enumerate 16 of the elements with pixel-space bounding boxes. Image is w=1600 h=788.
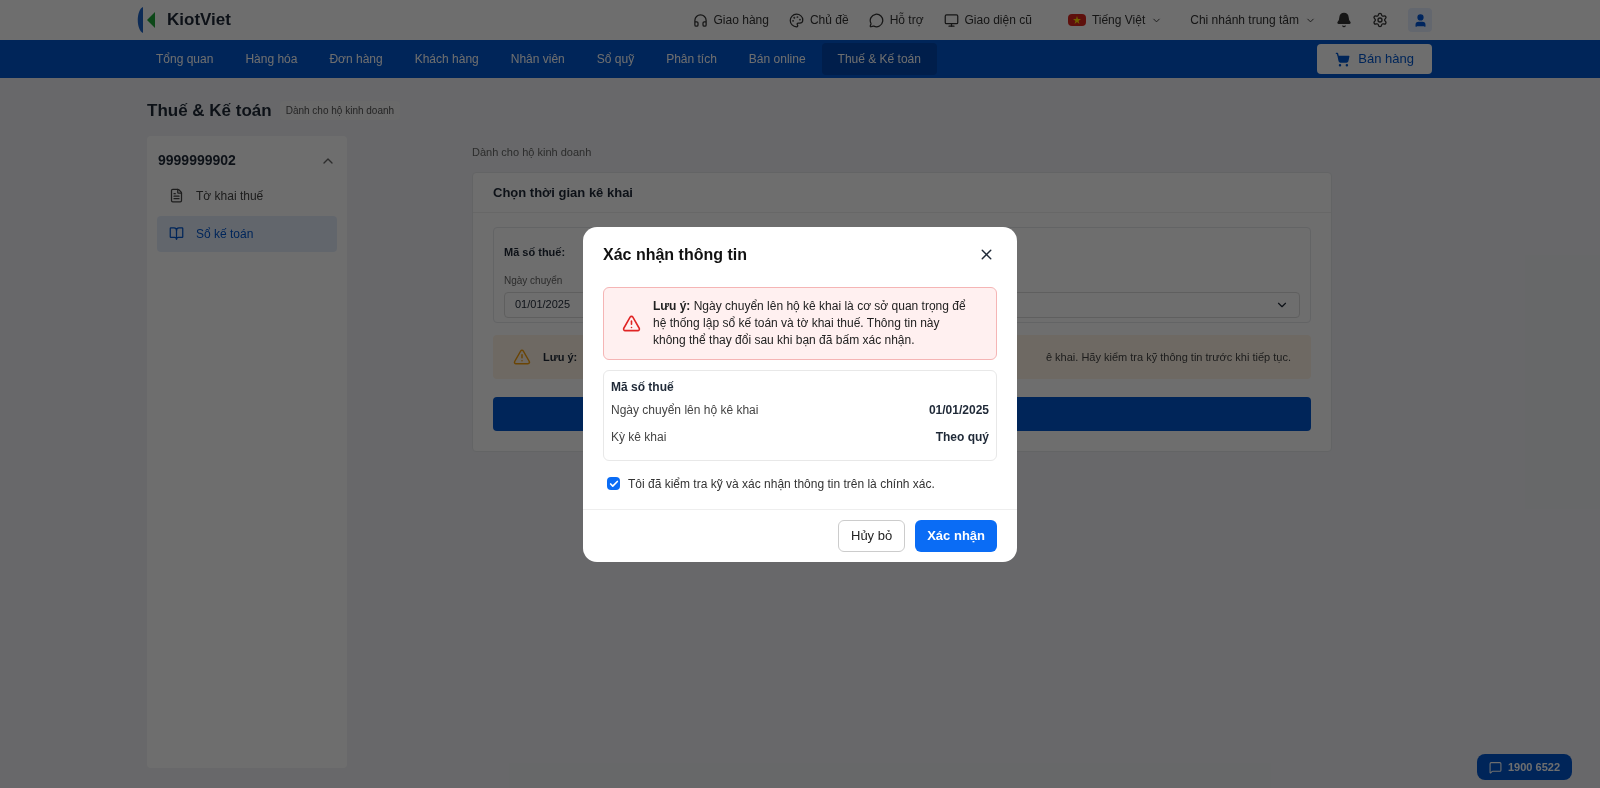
summary-label: Kỳ kê khai — [611, 428, 667, 446]
warning-label: Lưu ý: — [543, 349, 578, 365]
summary-label: Ngày chuyển lên hộ kê khai — [611, 401, 759, 419]
logo-text: KiotViet — [167, 9, 231, 32]
dialog-title: Xác nhận thông tin — [603, 244, 747, 265]
confirm-label: Tôi đã kiểm tra kỹ và xác nhận thông tin trên là chính xác. — [628, 475, 935, 493]
summary-value: Theo quý — [935, 428, 989, 446]
summary-title: Mã số thuế — [611, 378, 675, 396]
card-title: Chọn thời gian kê khai — [473, 173, 1331, 213]
alert-text: Lưu ý: Ngày chuyển lên hộ kê khai là cơ sở quan trọng để hệ thống lập sổ kế toán và tờ khai thuế. Thông tin này không thể thay đổi sau khi bạn đã bấm xác nhận. — [653, 297, 967, 349]
warning-text: ê khai. Hãy kiểm tra kỹ thông tin trước khi tiếp tục. — [1045, 349, 1291, 365]
page-title: Thuế & Kế toán — [147, 100, 272, 122]
section-subtitle: Dành cho hộ kinh doanh — [472, 144, 593, 160]
tax-code-label: Mã số thuế: — [504, 245, 566, 260]
date-label: Ngày chuyển — [504, 273, 563, 288]
summary-value: 01/01/2025 — [928, 401, 989, 419]
